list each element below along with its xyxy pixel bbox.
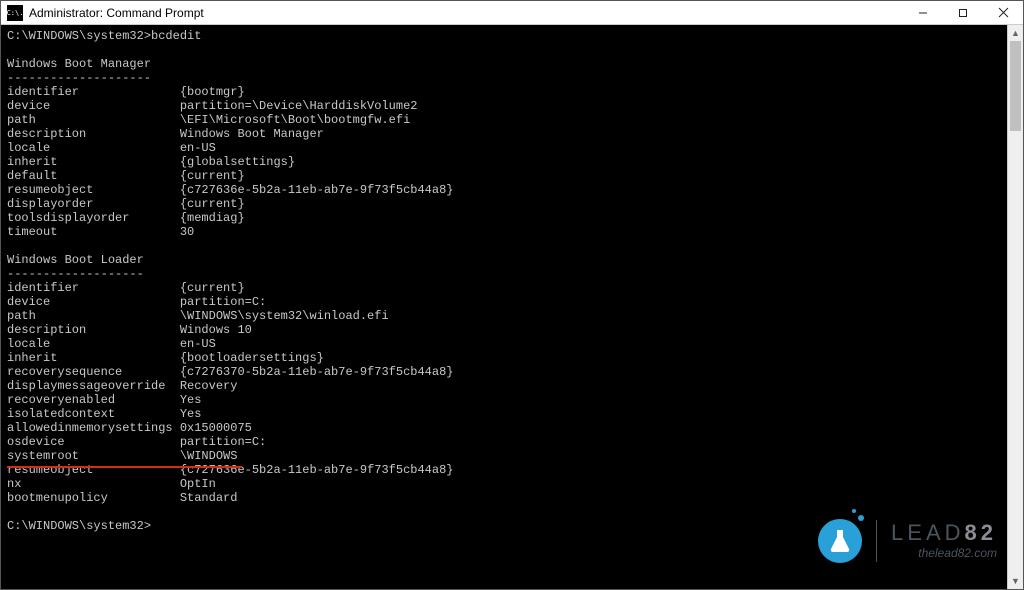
scrollbar-thumb[interactable] xyxy=(1010,41,1021,131)
scroll-up-button[interactable]: ▲ xyxy=(1008,25,1023,41)
minimize-button[interactable] xyxy=(903,1,943,24)
minimize-icon xyxy=(918,8,928,18)
console-output[interactable]: C:\WINDOWS\system32>bcdedit Windows Boot… xyxy=(1,25,1007,589)
close-button[interactable] xyxy=(983,1,1023,24)
vertical-scrollbar[interactable]: ▲ ▼ xyxy=(1007,25,1023,589)
scroll-down-button[interactable]: ▼ xyxy=(1008,573,1023,589)
cmd-window: C:\. Administrator: Command Prompt C:\WI… xyxy=(0,0,1024,590)
close-icon xyxy=(998,7,1009,18)
window-controls xyxy=(903,1,1023,24)
console-area: C:\WINDOWS\system32>bcdedit Windows Boot… xyxy=(1,25,1023,589)
titlebar[interactable]: C:\. Administrator: Command Prompt xyxy=(1,1,1023,25)
window-title: Administrator: Command Prompt xyxy=(29,6,204,20)
maximize-button[interactable] xyxy=(943,1,983,24)
cmd-icon: C:\. xyxy=(7,5,23,21)
scrollbar-track[interactable] xyxy=(1008,41,1023,573)
maximize-icon xyxy=(958,8,968,18)
